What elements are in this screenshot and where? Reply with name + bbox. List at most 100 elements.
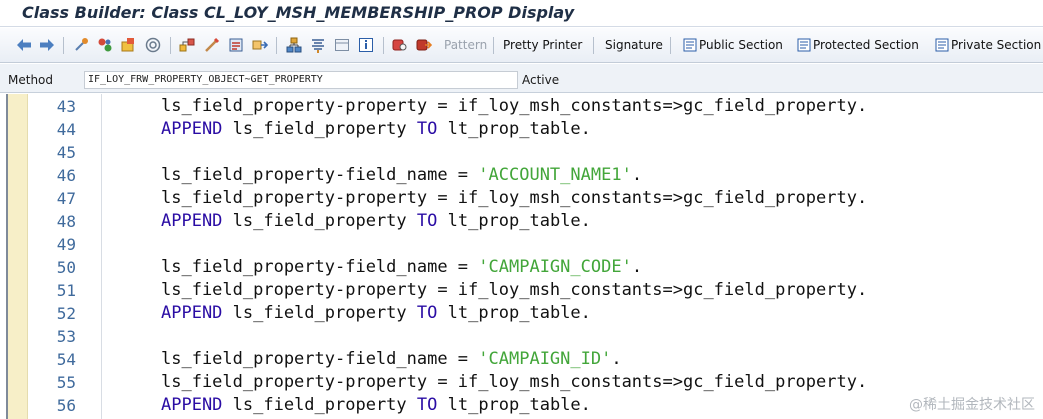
code-token: ls_field_property-field_name = xyxy=(161,165,479,185)
active-inactive-icon[interactable] xyxy=(120,37,136,53)
where-used-icon[interactable] xyxy=(179,37,195,53)
pattern-button[interactable]: Pattern xyxy=(444,38,487,52)
code-token: ls_field_property-property = if_loy_msh_… xyxy=(161,188,868,208)
keyword-token: APPEND xyxy=(161,395,223,415)
find-icon[interactable] xyxy=(392,37,408,53)
code-token: ls_field_property-property = if_loy_msh_… xyxy=(161,96,868,116)
method-name-field[interactable]: IF_LOY_FRW_PROPERTY_OBJECT~GET_PROPERTY xyxy=(84,71,518,89)
code-token: ls_field_property-field_name = xyxy=(161,257,479,277)
test-icon[interactable] xyxy=(228,37,244,53)
code-token: lt_prop_table. xyxy=(437,303,591,323)
public-section-icon xyxy=(682,37,698,53)
line-number: 47 xyxy=(56,189,76,208)
code-text: APPEND ls_field_property TO lt_prop_tabl… xyxy=(161,394,591,417)
code-text: ls_field_property-field_name = 'CAMPAIGN… xyxy=(161,256,642,279)
method-bar: Method IF_LOY_FRW_PROPERTY_OBJECT~GET_PR… xyxy=(0,64,1043,93)
line-number: 56 xyxy=(56,396,76,415)
code-token: ls_field_property xyxy=(222,303,417,323)
code-line[interactable]: 47 ls_field_property-property = if_loy_ms… xyxy=(0,187,1043,210)
line-number: 44 xyxy=(56,120,76,139)
code-line[interactable]: 55 ls_field_property-property = if_loy_ms… xyxy=(0,371,1043,394)
code-token: ls_field_property-field_name = xyxy=(161,349,479,369)
application-toolbar: Pattern Pretty Printer Signature Public … xyxy=(0,28,1043,63)
line-number: 49 xyxy=(56,235,76,254)
keyword-token: TO xyxy=(416,395,438,415)
check-icon[interactable] xyxy=(204,37,220,53)
code-token: lt_prop_table. xyxy=(437,395,591,415)
code-token: ls_field_property xyxy=(222,211,417,231)
code-line[interactable]: 53 xyxy=(0,325,1043,348)
line-number: 54 xyxy=(56,350,76,369)
code-text: ls_field_property-field_name = 'ACCOUNT_… xyxy=(161,164,642,187)
code-line[interactable]: 49 xyxy=(0,233,1043,256)
keyword-token: APPEND xyxy=(161,119,223,139)
keyword-token: TO xyxy=(416,303,438,323)
code-token: . xyxy=(631,257,643,277)
string-token: 'ACCOUNT_NAME1' xyxy=(478,165,632,185)
line-number: 43 xyxy=(56,97,76,116)
keyword-token: TO xyxy=(416,211,438,231)
code-token: ls_field_property xyxy=(222,395,417,415)
code-token: ls_field_property-property = if_loy_msh_… xyxy=(161,372,868,392)
find-next-icon[interactable] xyxy=(416,37,432,53)
protected-section-icon xyxy=(796,37,812,53)
line-number: 50 xyxy=(56,258,76,277)
code-line[interactable]: 52 APPEND ls_field_property TO lt_prop_ta… xyxy=(0,302,1043,325)
line-number: 51 xyxy=(56,281,76,300)
activate-icon[interactable] xyxy=(145,37,161,53)
code-text: ls_field_property-property = if_loy_msh_… xyxy=(161,187,867,210)
code-text: ls_field_property-field_name = 'CAMPAIGN… xyxy=(161,348,622,371)
display-object-list-icon[interactable] xyxy=(252,37,268,53)
code-line[interactable]: 45 xyxy=(0,141,1043,164)
forward-arrow-icon[interactable] xyxy=(39,37,55,53)
title-bar: Class Builder: Class CL_LOY_MSH_MEMBERSH… xyxy=(0,0,1043,27)
code-token: lt_prop_table. xyxy=(437,119,591,139)
line-number: 52 xyxy=(56,304,76,323)
code-token: . xyxy=(611,349,622,369)
code-text: APPEND ls_field_property TO lt_prop_tabl… xyxy=(161,118,591,141)
line-number: 45 xyxy=(56,143,76,162)
code-line[interactable]: 56 APPEND ls_field_property TO lt_prop_ta… xyxy=(0,394,1043,417)
string-token: 'CAMPAIGN_ID' xyxy=(478,349,612,369)
code-line[interactable]: 54 ls_field_property-field_name = 'CAMPAI… xyxy=(0,348,1043,371)
signature-button[interactable]: Signature xyxy=(605,38,663,52)
private-section-button[interactable]: Private Section xyxy=(951,38,1041,52)
display-change-icon[interactable] xyxy=(97,37,113,53)
code-editor[interactable]: 43 ls_field_property-property = if_loy_ms… xyxy=(0,94,1043,419)
method-label: Method xyxy=(8,73,54,87)
other-object-icon[interactable] xyxy=(74,37,90,53)
code-text: ls_field_property-property = if_loy_msh_… xyxy=(161,95,867,118)
keyword-token: APPEND xyxy=(161,303,223,323)
code-token: ls_field_property xyxy=(222,119,417,139)
enhance-icon[interactable] xyxy=(310,37,326,53)
code-line[interactable]: 51 ls_field_property-property = if_loy_ms… xyxy=(0,279,1043,302)
watermark: @稀土掘金技术社区 xyxy=(909,397,1035,413)
pretty-printer-button[interactable]: Pretty Printer xyxy=(503,38,582,52)
keyword-token: APPEND xyxy=(161,211,223,231)
code-text: APPEND ls_field_property TO lt_prop_tabl… xyxy=(161,210,591,233)
code-text: ls_field_property-property = if_loy_msh_… xyxy=(161,279,867,302)
protected-section-button[interactable]: Protected Section xyxy=(813,38,919,52)
code-line[interactable]: 46 ls_field_property-field_name = 'ACCOUN… xyxy=(0,164,1043,187)
code-line[interactable]: 48 APPEND ls_field_property TO lt_prop_ta… xyxy=(0,210,1043,233)
line-number: 46 xyxy=(56,166,76,185)
back-arrow-icon[interactable] xyxy=(16,37,32,53)
help-icon[interactable] xyxy=(334,37,350,53)
info-icon[interactable] xyxy=(358,37,374,53)
code-text: ls_field_property-property = if_loy_msh_… xyxy=(161,371,867,394)
line-number: 48 xyxy=(56,212,76,231)
code-token: . xyxy=(631,165,643,185)
code-token: ls_field_property-property = if_loy_msh_… xyxy=(161,280,868,300)
window-title: Class Builder: Class CL_LOY_MSH_MEMBERSH… xyxy=(22,3,575,22)
keyword-token: TO xyxy=(416,119,438,139)
navigation-window-icon[interactable] xyxy=(286,37,302,53)
string-token: 'CAMPAIGN_CODE' xyxy=(478,257,632,277)
code-text: APPEND ls_field_property TO lt_prop_tabl… xyxy=(161,302,591,325)
code-line[interactable]: 43 ls_field_property-property = if_loy_ms… xyxy=(0,95,1043,118)
private-section-icon xyxy=(934,37,950,53)
method-status: Active xyxy=(522,73,560,87)
code-line[interactable]: 44 APPEND ls_field_property TO lt_prop_ta… xyxy=(0,118,1043,141)
line-number: 55 xyxy=(56,373,76,392)
public-section-button[interactable]: Public Section xyxy=(699,38,783,52)
code-line[interactable]: 50 ls_field_property-field_name = 'CAMPAI… xyxy=(0,256,1043,279)
